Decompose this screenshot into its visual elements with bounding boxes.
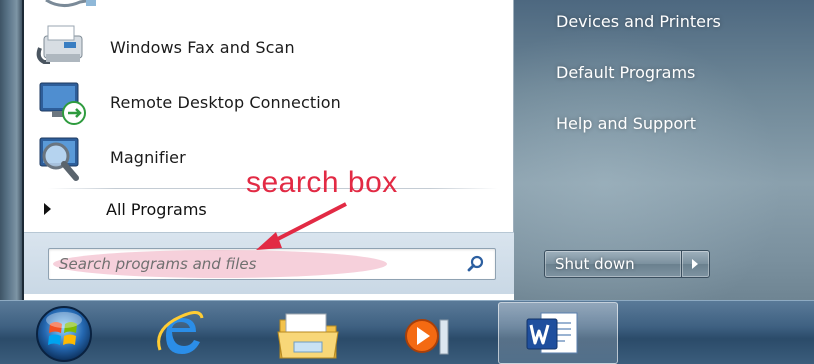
media-player-icon[interactable] — [400, 302, 460, 364]
search-icon[interactable] — [467, 255, 485, 273]
program-label: Magnifier — [110, 147, 186, 167]
remote-desktop-icon — [39, 82, 86, 125]
start-orb-icon[interactable] — [24, 302, 104, 364]
word-icon — [526, 312, 578, 354]
windows-explorer-icon[interactable] — [274, 302, 344, 364]
taskbar-word-button[interactable] — [498, 302, 618, 364]
annotation-label: search box — [246, 166, 398, 199]
fax-scanner-icon — [36, 25, 83, 64]
all-programs-item[interactable]: All Programs — [44, 196, 504, 224]
search-placeholder: Search programs and files — [59, 255, 257, 273]
program-label: Remote Desktop Connection — [110, 92, 341, 112]
all-programs-label: All Programs — [106, 200, 207, 219]
triangle-right-icon — [44, 203, 51, 215]
shutdown-button[interactable]: Shut down — [544, 250, 682, 278]
program-item-fax-scan[interactable]: Windows Fax and Scan — [34, 22, 504, 72]
partial-program-icon — [45, 0, 96, 7]
right-item-devices-printers[interactable]: Devices and Printers — [556, 12, 721, 31]
shutdown-group: Shut down — [544, 250, 710, 278]
right-item-help-support[interactable]: Help and Support — [556, 114, 696, 133]
magnifier-icon — [39, 137, 79, 181]
program-label: Windows Fax and Scan — [110, 37, 295, 57]
search-input[interactable]: Search programs and files — [48, 248, 496, 280]
start-menu-frame — [0, 0, 24, 306]
right-item-default-programs[interactable]: Default Programs — [556, 63, 695, 82]
program-item-remote-desktop[interactable]: Remote Desktop Connection — [34, 77, 504, 127]
shutdown-options-icon[interactable] — [682, 250, 710, 278]
internet-explorer-icon[interactable] — [150, 302, 210, 364]
